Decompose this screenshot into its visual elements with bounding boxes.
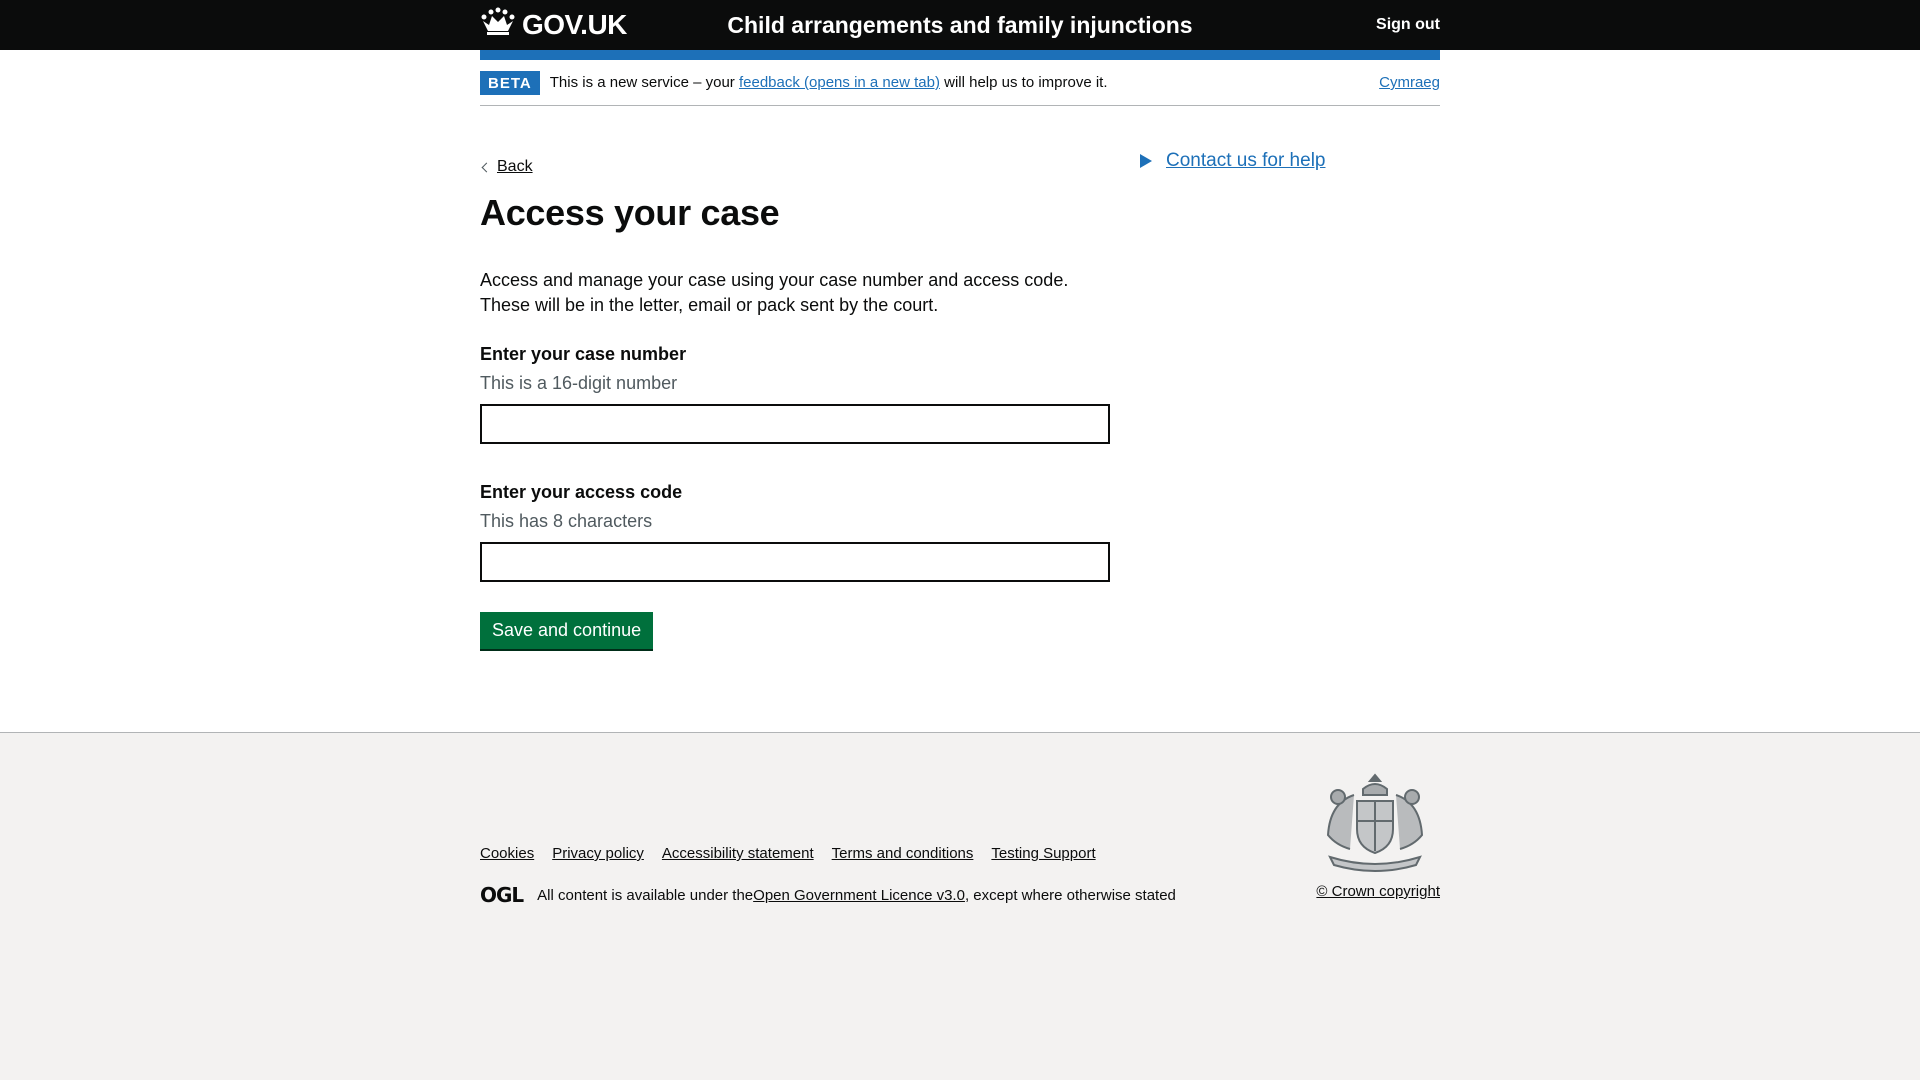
- footer-links: Cookies Privacy policy Accessibility sta…: [480, 845, 1096, 862]
- page-top: GOV.UK Child arrangements and family inj…: [0, 0, 1920, 732]
- contact-help-details[interactable]: Contact us for help: [1140, 150, 1325, 172]
- royal-coat-of-arms-icon: [1316, 771, 1434, 880]
- main-content: Back Access your case Access and manage …: [480, 106, 1440, 732]
- access-code-label: Enter your access code: [480, 482, 683, 502]
- footer-link-privacy[interactable]: Privacy policy: [552, 845, 644, 862]
- ogl-licence-link[interactable]: Open Government Licence v3.0: [753, 887, 965, 904]
- access-code-group: Enter your access code This has 8 charac…: [480, 482, 1120, 612]
- page: GOV.UK Child arrangements and family inj…: [0, 0, 1920, 1080]
- sign-out-link[interactable]: Sign out: [1376, 16, 1440, 34]
- case-number-group: Enter your case number This is a 16-digi…: [480, 344, 1120, 482]
- licence-statement: OGL All content is available under the O…: [480, 883, 1176, 907]
- crown-icon: [480, 7, 522, 44]
- sidebar: Contact us for help: [1140, 148, 1325, 732]
- site-header: GOV.UK Child arrangements and family inj…: [0, 0, 1920, 50]
- case-number-label: Enter your case number: [480, 344, 687, 364]
- footer-link-cookies[interactable]: Cookies: [480, 845, 534, 862]
- form-column: Back Access your case Access and manage …: [480, 148, 1120, 732]
- phase-banner-text: This is a new service – your feedback (o…: [549, 74, 1108, 91]
- content-container: BETA This is a new service – your feedba…: [480, 50, 1440, 732]
- phase-banner: BETA This is a new service – your feedba…: [480, 60, 1440, 106]
- ogl-logo-icon: OGL: [480, 883, 524, 907]
- language-toggle-link[interactable]: Cymraeg: [1379, 74, 1440, 91]
- page-title: Access your case: [480, 192, 780, 233]
- case-number-input[interactable]: [480, 404, 1110, 444]
- feedback-link[interactable]: feedback (opens in a new tab): [739, 74, 940, 91]
- crown-copyright-link[interactable]: © Crown copyright: [1316, 883, 1440, 900]
- beta-tag: BETA: [480, 70, 540, 95]
- header-blue-bar: [480, 50, 1440, 60]
- logo-text: GOV.UK: [522, 9, 627, 40]
- footer-link-testing-support[interactable]: Testing Support: [991, 845, 1095, 862]
- back-link[interactable]: Back: [480, 158, 533, 176]
- service-name[interactable]: Child arrangements and family injunction…: [727, 12, 1192, 39]
- chevron-left-icon: [481, 162, 492, 172]
- contact-us-link[interactable]: Contact us for help: [1166, 150, 1325, 172]
- site-footer: Cookies Privacy policy Accessibility sta…: [0, 732, 1920, 1080]
- footer-link-accessibility[interactable]: Accessibility statement: [662, 845, 814, 862]
- save-and-continue-button[interactable]: Save and continue: [480, 612, 654, 649]
- page-description: Access and manage your case using your c…: [480, 270, 1069, 315]
- case-number-hint: This is a 16-digit number: [480, 373, 678, 393]
- govuk-logo-link[interactable]: GOV.UK: [480, 7, 627, 44]
- triangle-right-icon: [1140, 154, 1152, 168]
- access-code-hint: This has 8 characters: [480, 511, 653, 531]
- footer-link-terms[interactable]: Terms and conditions: [832, 845, 974, 862]
- access-code-input[interactable]: [480, 542, 1110, 582]
